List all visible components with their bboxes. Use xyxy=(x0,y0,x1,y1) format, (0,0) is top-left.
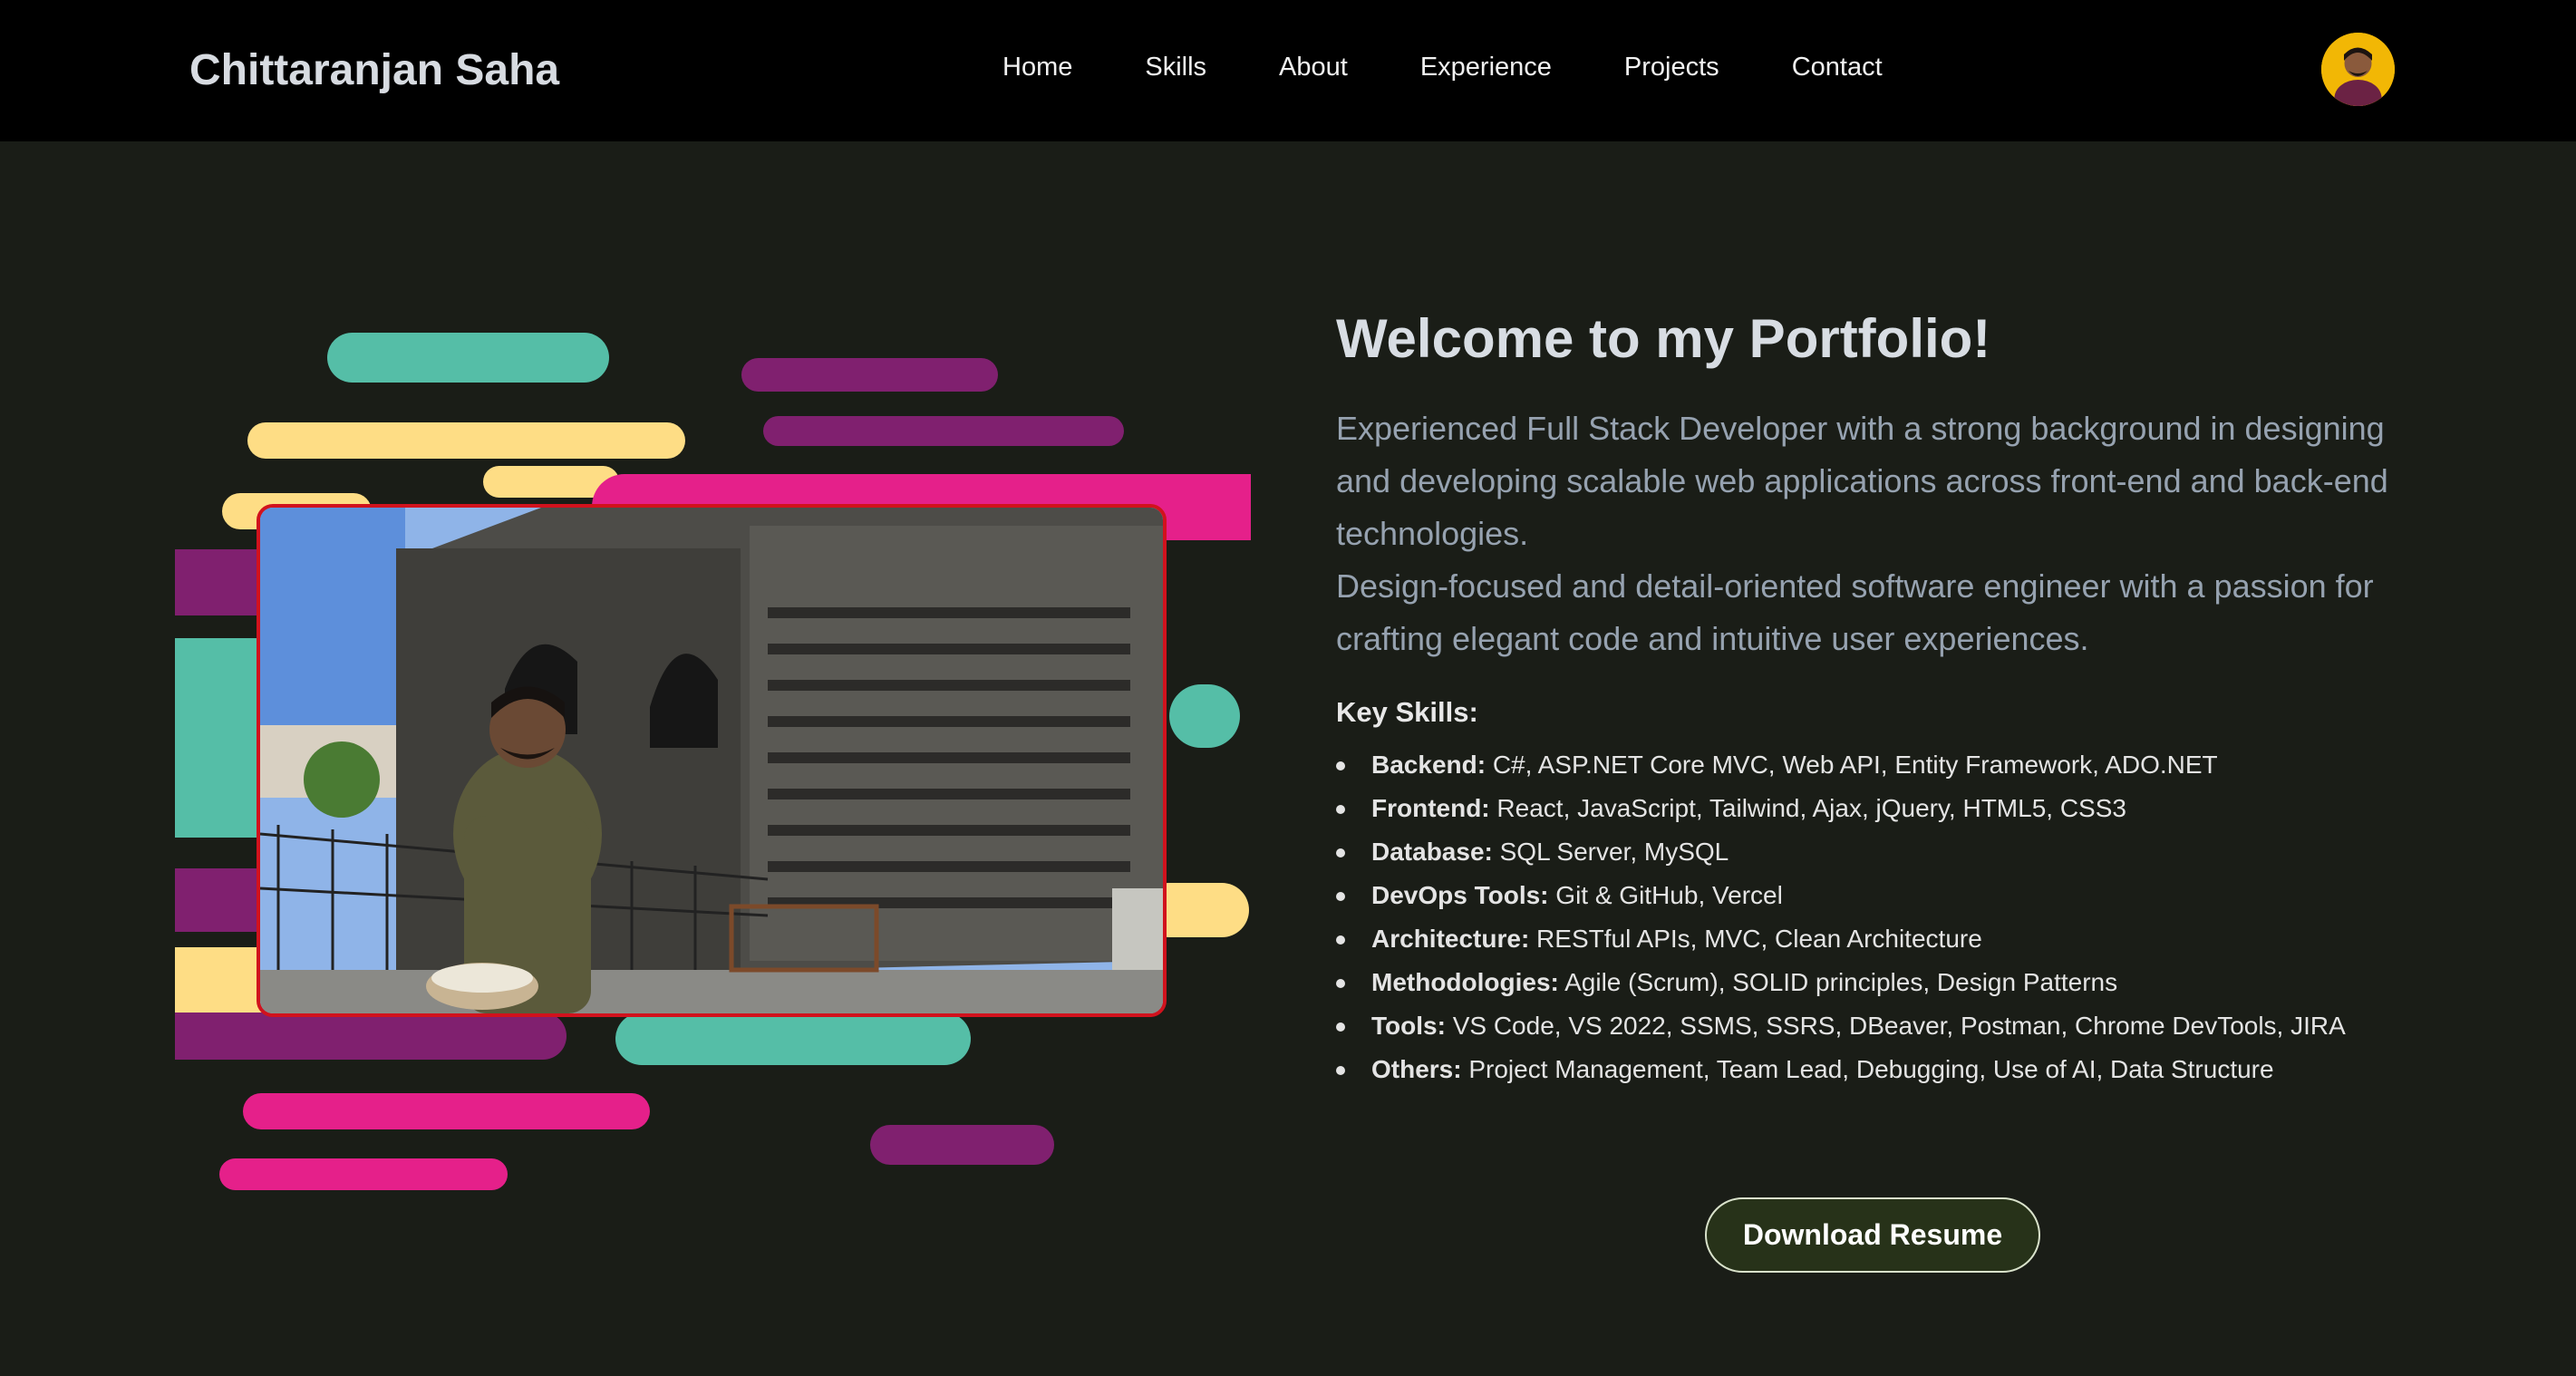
decor-blob xyxy=(327,333,609,383)
skill-item-methodologies: Methodologies: Agile (Scrum), SOLID prin… xyxy=(1336,961,2406,1004)
nav-skills[interactable]: Skills xyxy=(1145,53,1206,82)
decor-blob xyxy=(763,416,1124,446)
hero-description: Experienced Full Stack Developer with a … xyxy=(1336,402,2406,665)
skill-value: Project Management, Team Lead, Debugging… xyxy=(1468,1055,2274,1083)
decor-blob xyxy=(247,422,685,459)
skill-item-tools: Tools: VS Code, VS 2022, SSMS, SSRS, DBe… xyxy=(1336,1004,2406,1048)
skill-value: Git & GitHub, Vercel xyxy=(1555,881,1783,909)
decor-blob xyxy=(175,1013,567,1060)
download-resume-button[interactable]: Download Resume xyxy=(1705,1197,2040,1273)
profile-avatar[interactable] xyxy=(2321,33,2395,106)
skill-label: Methodologies: xyxy=(1371,968,1559,996)
skill-value: SQL Server, MySQL xyxy=(1499,838,1729,866)
skill-item-database: Database: SQL Server, MySQL xyxy=(1336,830,2406,874)
skill-label: Backend: xyxy=(1371,751,1487,779)
temple-photo xyxy=(260,508,1163,1013)
decor-blob xyxy=(219,1158,508,1190)
decor-blob xyxy=(1169,684,1240,748)
nav-home[interactable]: Home xyxy=(1002,53,1072,82)
skill-label: Others: xyxy=(1371,1055,1462,1083)
hero-description-line-2: Design-focused and detail-oriented softw… xyxy=(1336,567,2374,657)
decor-blob xyxy=(741,358,998,392)
skill-label: Database: xyxy=(1371,838,1493,866)
skill-label: DevOps Tools: xyxy=(1371,881,1549,909)
nav-contact[interactable]: Contact xyxy=(1792,53,1883,82)
nav-experience[interactable]: Experience xyxy=(1420,53,1552,82)
brand-name[interactable]: Chittaranjan Saha xyxy=(189,45,559,95)
skill-value: C#, ASP.NET Core MVC, Web API, Entity Fr… xyxy=(1492,751,2218,779)
skill-item-architecture: Architecture: RESTful APIs, MVC, Clean A… xyxy=(1336,917,2406,961)
skill-value: Agile (Scrum), SOLID principles, Design … xyxy=(1564,968,2118,996)
navbar: Chittaranjan Saha Home Skills About Expe… xyxy=(0,0,2576,141)
hero-description-line-1: Experienced Full Stack Developer with a … xyxy=(1336,410,2388,552)
skill-item-backend: Backend: C#, ASP.NET Core MVC, Web API, … xyxy=(1336,743,2406,787)
skill-item-others: Others: Project Management, Team Lead, D… xyxy=(1336,1048,2406,1091)
main-nav: Home Skills About Experience Projects Co… xyxy=(1002,53,1883,82)
decor-blob xyxy=(870,1125,1054,1165)
nav-about[interactable]: About xyxy=(1279,53,1348,82)
decor-blob xyxy=(243,1093,650,1129)
skill-item-frontend: Frontend: React, JavaScript, Tailwind, A… xyxy=(1336,787,2406,830)
skill-item-devops: DevOps Tools: Git & GitHub, Vercel xyxy=(1336,874,2406,917)
skills-list: Backend: C#, ASP.NET Core MVC, Web API, … xyxy=(1336,743,2406,1091)
skill-label: Architecture: xyxy=(1371,925,1530,953)
skill-value: VS Code, VS 2022, SSMS, SSRS, DBeaver, P… xyxy=(1452,1012,2346,1040)
hero-content: Welcome to my Portfolio! Experienced Ful… xyxy=(1336,306,2406,1091)
decor-blob xyxy=(615,1013,971,1065)
skill-value: RESTful APIs, MVC, Clean Architecture xyxy=(1536,925,1982,953)
nav-projects[interactable]: Projects xyxy=(1624,53,1719,82)
profile-avatar-image xyxy=(2321,33,2395,106)
profile-photo xyxy=(257,504,1167,1017)
hero-title: Welcome to my Portfolio! xyxy=(1336,308,1991,369)
skill-label: Frontend: xyxy=(1371,794,1490,822)
skill-value: React, JavaScript, Tailwind, Ajax, jQuer… xyxy=(1496,794,2126,822)
skills-heading: Key Skills: xyxy=(1336,696,1478,728)
skill-label: Tools: xyxy=(1371,1012,1446,1040)
